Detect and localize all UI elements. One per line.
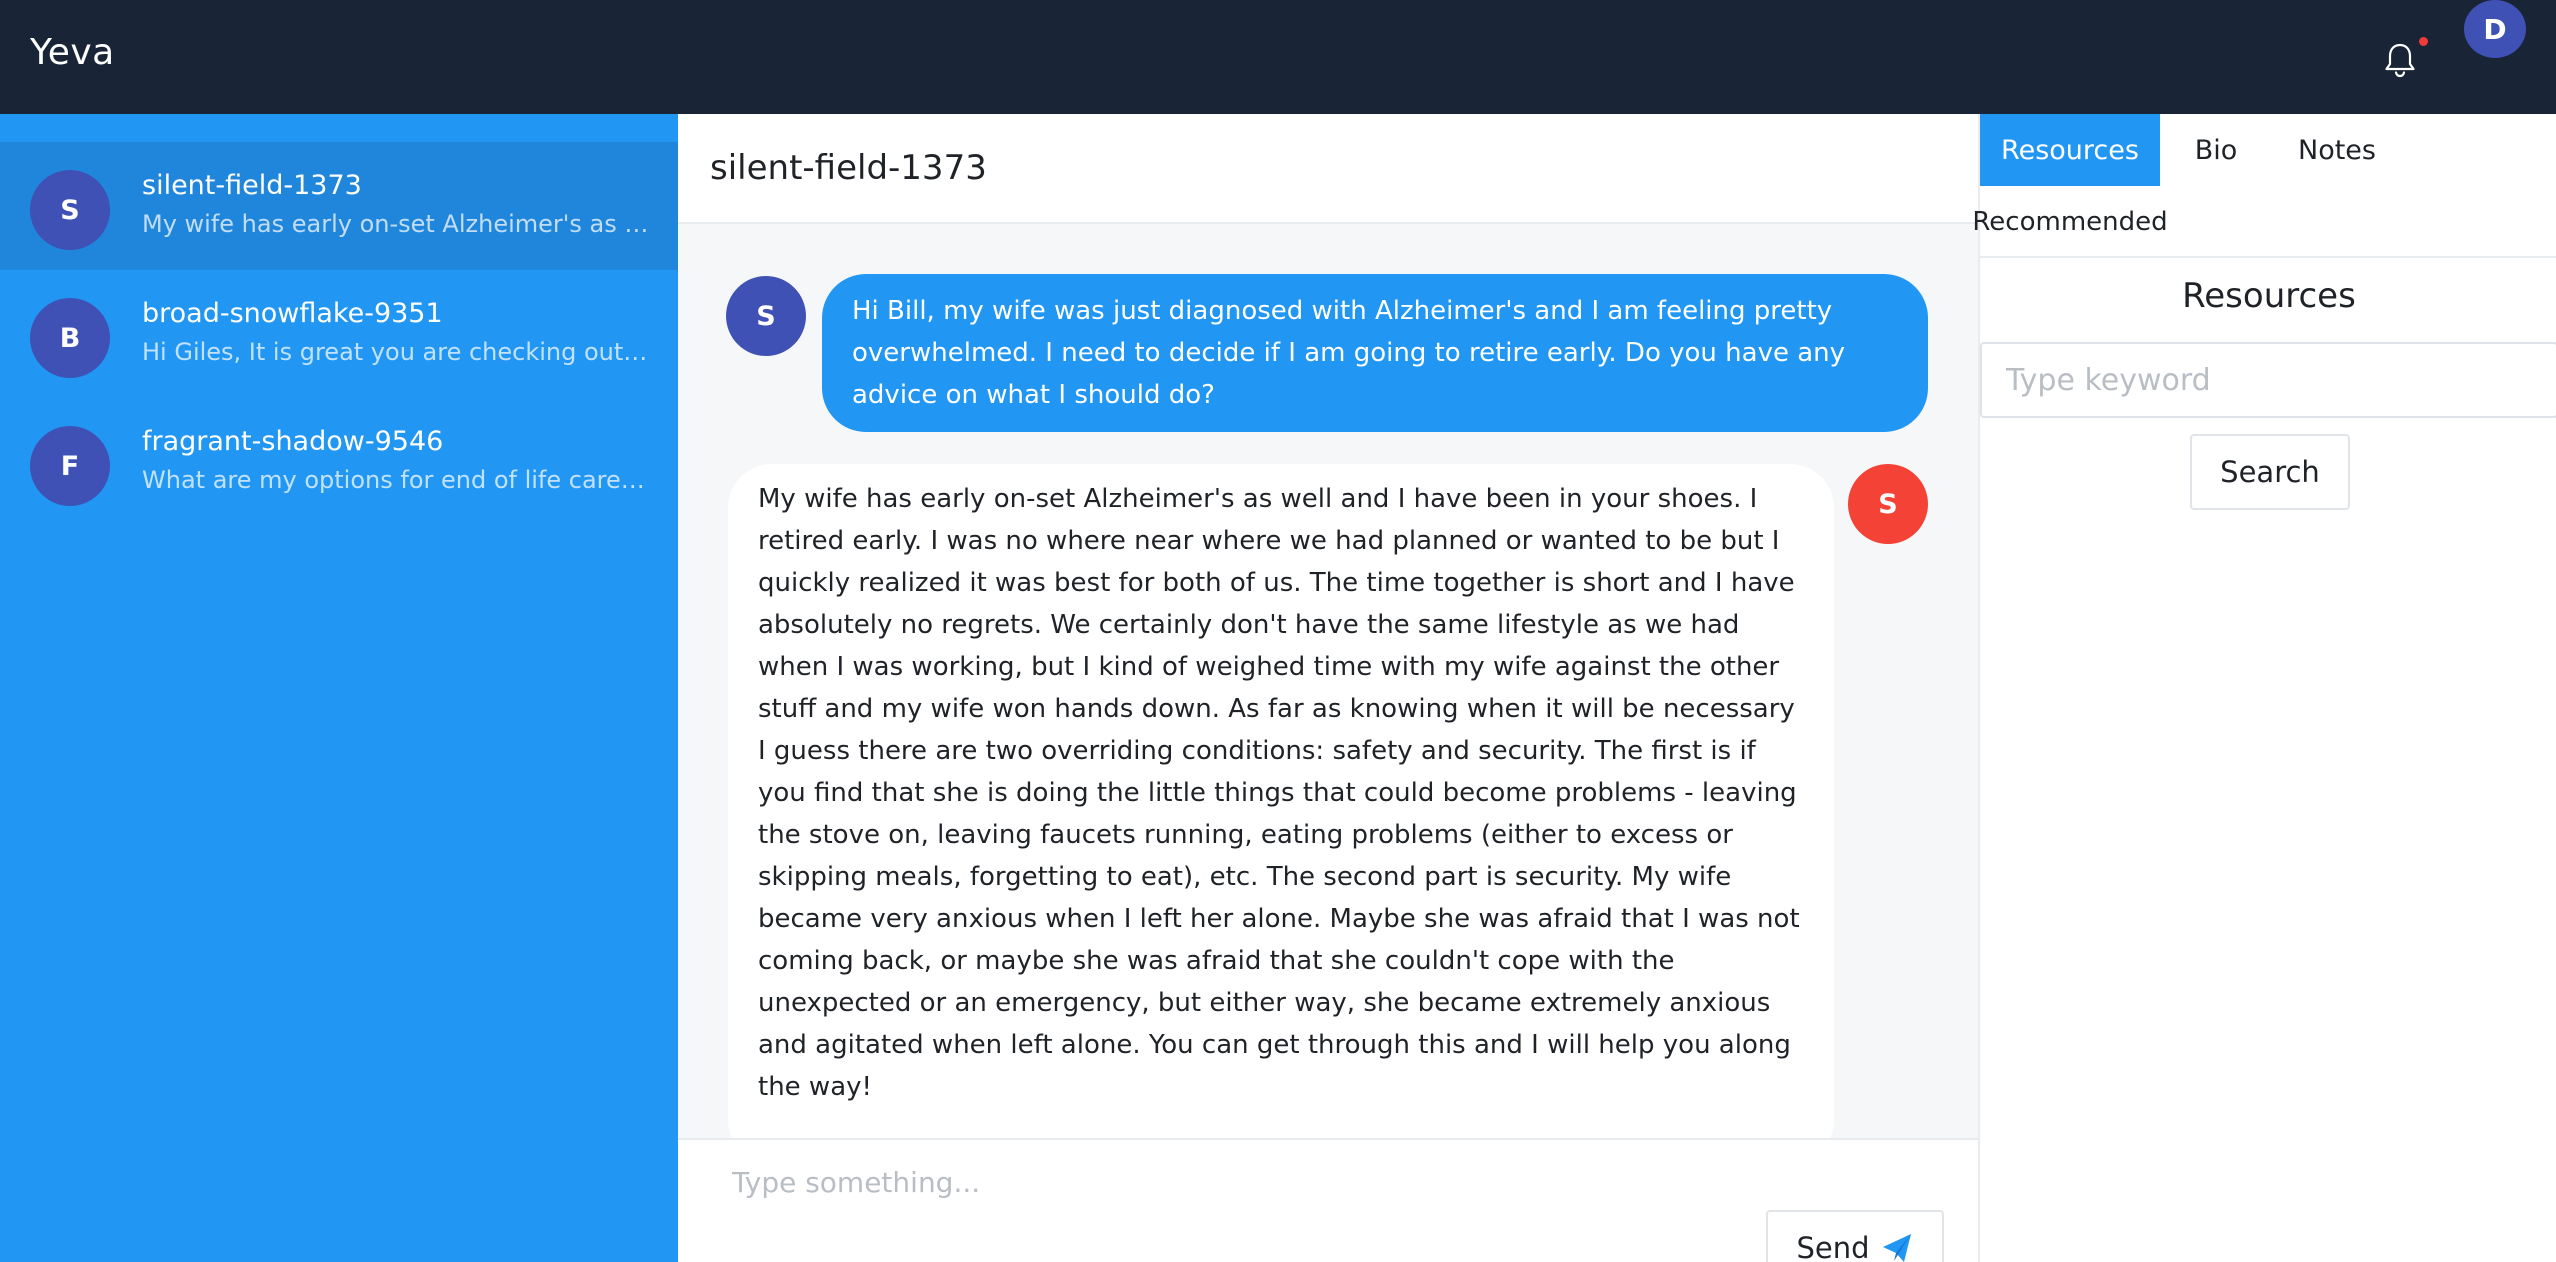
conversation-avatar: F [30, 426, 110, 506]
conversation-name: broad-snowflake-9351 [142, 298, 443, 329]
user-avatar[interactable]: D [2464, 0, 2526, 58]
tabs-divider [1980, 256, 2556, 258]
chat-title: silent-field-1373 [710, 148, 987, 188]
conversation-sidebar: S silent-field-1373 My wife has early on… [0, 114, 678, 1262]
conversation-avatar: S [30, 170, 110, 250]
conversation-item-broad-snowflake[interactable]: B broad-snowflake-9351 Hi Giles, It is g… [0, 270, 678, 398]
app-brand[interactable]: Yeva [30, 32, 115, 73]
resources-title: Resources [2182, 276, 2356, 316]
keyword-search-input[interactable] [1980, 342, 2556, 418]
incoming-message: My wife has early on-set Alzheimer's as … [728, 464, 1834, 1138]
conversation-name: silent-field-1373 [142, 170, 362, 201]
top-bar: Yeva D [0, 0, 2556, 114]
tab-resources[interactable]: Resources [1980, 114, 2160, 186]
chat-panel: silent-field-1373 S Hi Bill, my wife was… [678, 114, 1978, 1262]
tab-recommended[interactable]: Recommended [1972, 186, 2167, 258]
notification-dot [2419, 37, 2428, 46]
search-button[interactable]: Search [2190, 434, 2350, 510]
message-input[interactable] [732, 1166, 1772, 1256]
conversation-avatar: B [30, 298, 110, 378]
send-button[interactable]: Send [1766, 1210, 1944, 1262]
sender-avatar: S [726, 276, 806, 356]
paper-plane-icon [1882, 1234, 1911, 1262]
conversation-item-fragrant-shadow[interactable]: F fragrant-shadow-9546 What are my optio… [0, 398, 678, 526]
resources-panel: Resources Bio Notes Recommended Resource… [1972, 114, 2556, 1262]
conversation-preview: What are my options for end of life care… [142, 466, 652, 494]
message-composer: Send [678, 1138, 1978, 1262]
conversation-name: fragrant-shadow-9546 [142, 426, 444, 457]
message-list[interactable]: S Hi Bill, my wife was just diagnosed wi… [678, 224, 1978, 1138]
send-button-label: Send [1796, 1231, 1870, 1262]
tab-notes[interactable]: Notes [2272, 114, 2402, 186]
bell-icon[interactable] [2378, 38, 2422, 82]
conversation-item-silent-field[interactable]: S silent-field-1373 My wife has early on… [0, 142, 678, 270]
outgoing-message: Hi Bill, my wife was just diagnosed with… [822, 274, 1928, 432]
conversation-preview: Hi Giles, It is great you are checking o… [142, 338, 652, 366]
responder-avatar: S [1848, 464, 1928, 544]
chat-header: silent-field-1373 [678, 114, 1978, 224]
tab-bio[interactable]: Bio [2160, 114, 2272, 186]
conversation-preview: My wife has early on-set Alzheimer's as … [142, 210, 652, 238]
